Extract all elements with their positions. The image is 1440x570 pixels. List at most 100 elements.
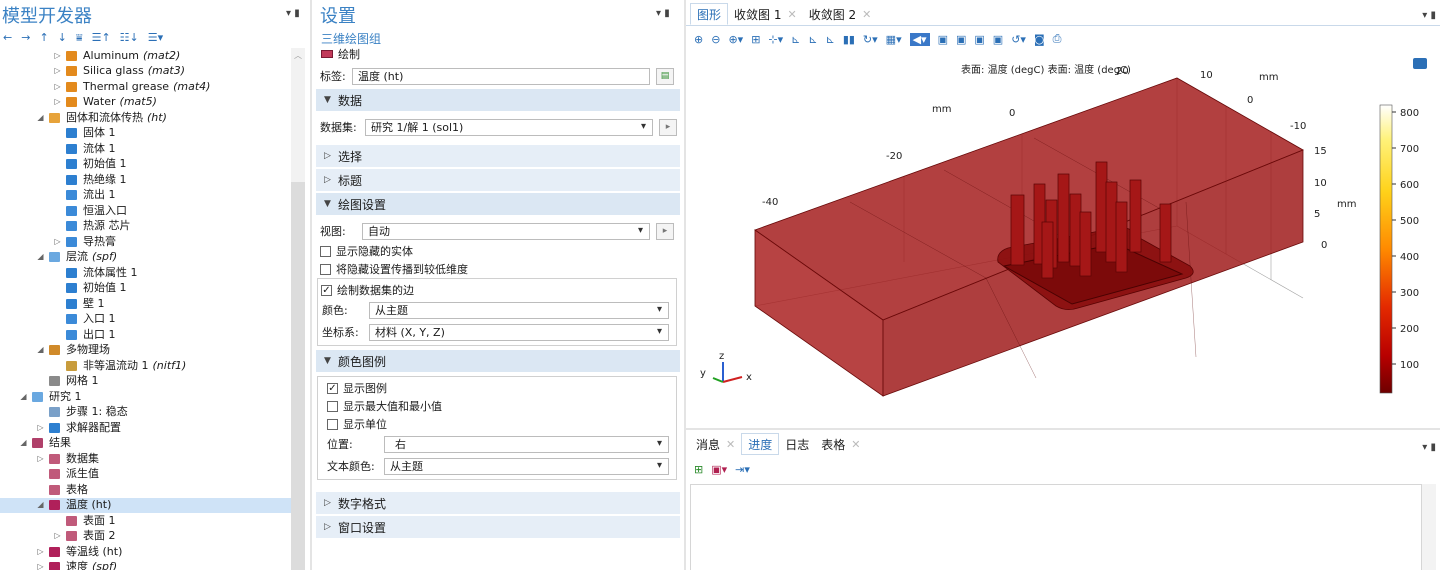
progress-log-area[interactable] [690,484,1422,570]
collapse-toggle-icon[interactable]: ◢ [36,344,45,356]
expand-toggle-icon[interactable]: ▷ [53,65,62,77]
collapse-toggle-icon[interactable]: ◢ [36,112,45,124]
view-zx-icon[interactable]: ⊾ [826,33,835,46]
propagate-hiding-checkbox[interactable]: 将隐藏设置传播到较低维度 [312,260,684,278]
view-yz-icon[interactable]: ⊾ [808,33,817,46]
tree-item[interactable]: 固体 1 [0,126,291,142]
tab-convergence-2[interactable]: 收敛图 2 ✕ [803,3,878,25]
zoom-in-icon[interactable]: ⊕ [694,33,703,46]
tree-item[interactable]: 流出 1 [0,188,291,204]
close-icon[interactable]: ✕ [862,8,871,21]
tree-item[interactable]: 步骤 1: 稳态 [0,405,291,421]
zoom-extents-icon[interactable]: ⊞ [751,33,760,46]
section-color-legend[interactable]: ▼ 颜色图例 [316,350,680,372]
tree-item[interactable]: ▷ 速度 (spf) [0,560,291,570]
wireframe-icon[interactable]: ▣ [938,33,948,46]
view-goto-icon[interactable]: ▸ [656,222,674,240]
tree-item[interactable]: ◢ 结果 [0,436,291,452]
tree-item[interactable]: 壁 1 [0,296,291,312]
collapse-all-icon[interactable]: ☷↓ [120,32,139,43]
tree-item[interactable]: 热绝缘 1 [0,172,291,188]
section-selection[interactable]: ▷ 选择 [316,145,680,167]
progress-add-icon[interactable]: ⊞ [694,463,703,476]
rotate-icon[interactable]: ↻▾ [863,33,878,46]
view-xy-icon[interactable]: ⊾ [791,33,800,46]
collapse-toggle-icon[interactable]: ◢ [19,391,28,403]
tree-item[interactable]: 表面 1 [0,513,291,529]
reset-view-icon[interactable]: ↺▾ [1011,33,1026,46]
filter-icon[interactable]: ⩸ [76,32,83,43]
tree-item[interactable]: 网格 1 [0,374,291,390]
frame-select[interactable]: 材料 (X, Y, Z) [369,323,669,341]
back-arrow-icon[interactable]: ← [3,32,12,43]
color-select[interactable]: 从主题 [369,301,669,319]
view-select[interactable]: 自动 [362,222,650,240]
expand-toggle-icon[interactable]: ▷ [53,96,62,108]
camera-icon[interactable]: ◙ [1034,33,1045,46]
collapse-toggle-icon[interactable]: ◢ [19,437,28,449]
progress-step-icon[interactable]: ⇥▾ [735,463,750,476]
tree-item[interactable]: 初始值 1 [0,281,291,297]
tree-item[interactable]: 入口 1 [0,312,291,328]
tree-item[interactable]: ▷ Aluminum (mat2) [0,48,291,64]
expand-all-icon[interactable]: ☰↑ [92,32,111,43]
tree-item[interactable]: ▷ Water (mat5) [0,95,291,111]
show-legend-checkbox[interactable]: ✓ 显示图例 [318,379,676,397]
show-hidden-checkbox[interactable]: 显示隐藏的实体 [312,242,684,260]
up-arrow-icon[interactable]: ↑ [39,32,48,43]
pane-menu-icon[interactable]: ▾ ▮ [286,8,300,19]
tree-item[interactable]: ▷ 等温线 (ht) [0,544,291,560]
tree-item[interactable]: ▷ 数据集 [0,451,291,467]
tree-item[interactable]: ▷ 表面 2 [0,529,291,545]
tree-item[interactable]: ◢ 固体和流体传热 (ht) [0,110,291,126]
tree-item[interactable]: 非等温流动 1 (nitf1) [0,358,291,374]
section-window-settings[interactable]: ▷ 窗口设置 [316,516,680,538]
close-icon[interactable]: ✕ [726,438,735,451]
show-minmax-checkbox[interactable]: 显示最大值和最小值 [318,397,676,415]
progress-view-icon[interactable]: ▣▾ [711,463,727,476]
label-input[interactable]: 温度 (ht) [352,67,650,85]
grid-icon[interactable]: ▣ [956,33,966,46]
tab-graphics[interactable]: 图形 [690,3,729,25]
zoom-box-icon[interactable]: ⊕▾ [728,33,743,46]
section-plot-settings[interactable]: ▼ 绘图设置 [316,193,680,215]
collapse-toggle-icon[interactable]: ◢ [36,499,45,511]
dataset-select[interactable]: 研究 1/解 1 (sol1) [365,118,653,136]
tree-item[interactable]: ◢ 多物理场 [0,343,291,359]
tree-item[interactable]: 流体属性 1 [0,265,291,281]
plot-edges-checkbox[interactable]: ✓ 绘制数据集的边 [318,281,676,299]
tree-item[interactable]: 恒温入口 [0,203,291,219]
tree-item[interactable]: 热源 芯片 [0,219,291,235]
expand-toggle-icon[interactable]: ▷ [36,546,45,558]
lower-menu-icon[interactable]: ▾ ▮ [1422,442,1436,453]
scene-light-icon[interactable]: ▮▮ [843,33,855,46]
expand-toggle-icon[interactable]: ▷ [53,530,62,542]
transparency-icon[interactable]: ◀▾ [909,32,930,46]
settings-menu-icon[interactable]: ▾ ▮ [656,8,670,19]
expand-toggle-icon[interactable]: ▷ [53,81,62,93]
tree-scrollbar[interactable]: ︿ [291,48,305,570]
tree-item[interactable]: ▷ 求解器配置 [0,420,291,436]
tree-scroll-thumb[interactable] [291,182,305,570]
graphics-info-icon[interactable] [1413,58,1427,69]
axes-icon[interactable]: ▣ [974,33,984,46]
text-color-select[interactable]: 从主题 [384,457,669,475]
tab-convergence-1[interactable]: 收敛图 1 ✕ [728,3,803,25]
label-reset-icon[interactable]: ▤ [656,67,674,85]
tree-item[interactable]: 流体 1 [0,141,291,157]
tab-progress[interactable]: 进度 [741,433,780,455]
tree-item[interactable]: 出口 1 [0,327,291,343]
forward-arrow-icon[interactable]: → [21,32,30,43]
expand-toggle-icon[interactable]: ▷ [36,561,45,570]
section-title[interactable]: ▷ 标题 [316,169,680,191]
expand-toggle-icon[interactable]: ▷ [53,236,62,248]
tree-item[interactable]: ▷ Silica glass (mat3) [0,64,291,80]
show-units-checkbox[interactable]: 显示单位 [318,415,676,433]
close-icon[interactable]: ✕ [851,438,860,451]
render-icon[interactable]: ▣ [993,33,1003,46]
scroll-up-icon[interactable]: ︿ [294,50,302,61]
tree-item[interactable]: ◢ 层流 (spf) [0,250,291,266]
tree-item[interactable]: ◢ 温度 (ht) [0,497,291,513]
plot-button[interactable]: 绘制 [312,46,684,62]
tree-item[interactable]: 派生值 [0,467,291,483]
